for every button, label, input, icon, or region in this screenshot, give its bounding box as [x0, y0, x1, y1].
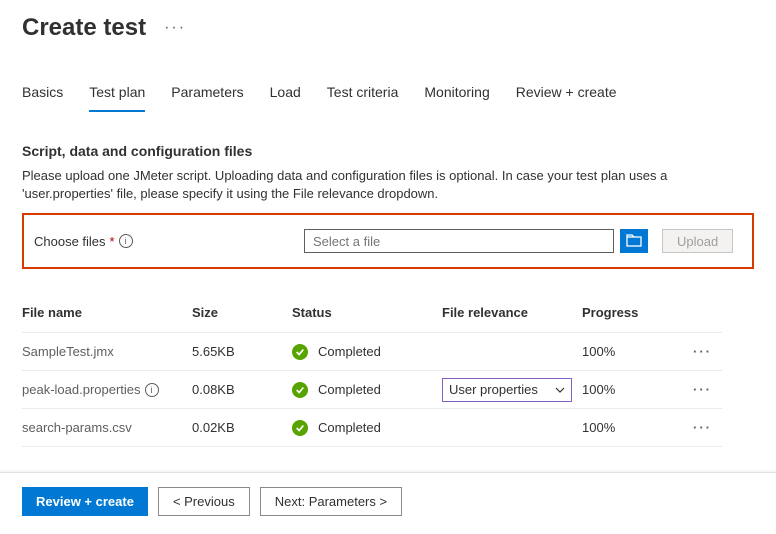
- col-file-name: File name: [22, 305, 192, 320]
- more-icon[interactable]: ···: [164, 19, 186, 37]
- tab-load[interactable]: Load: [270, 84, 301, 112]
- tab-monitoring[interactable]: Monitoring: [424, 84, 489, 112]
- col-progress: Progress: [582, 305, 672, 320]
- row-more-icon[interactable]: ···: [672, 420, 712, 435]
- file-select-input[interactable]: [304, 229, 614, 253]
- tab-bar: Basics Test plan Parameters Load Test cr…: [22, 84, 754, 113]
- file-progress: 100%: [582, 382, 672, 397]
- page-title: Create test: [22, 14, 146, 42]
- check-icon: [292, 344, 308, 360]
- upload-button: Upload: [662, 229, 733, 253]
- table-row: search-params.csv 0.02KB Completed 100% …: [22, 409, 722, 447]
- file-name: peak-load.properties: [22, 382, 141, 397]
- file-progress: 100%: [582, 344, 672, 359]
- row-more-icon[interactable]: ···: [672, 382, 712, 397]
- col-status: Status: [292, 305, 442, 320]
- section-title: Script, data and configuration files: [22, 143, 754, 159]
- file-relevance-select[interactable]: User properties: [442, 378, 572, 402]
- tab-review-create[interactable]: Review + create: [516, 84, 617, 112]
- file-status: Completed: [318, 344, 381, 359]
- files-table: File name Size Status File relevance Pro…: [22, 305, 722, 447]
- file-status: Completed: [318, 420, 381, 435]
- tab-test-criteria[interactable]: Test criteria: [327, 84, 399, 112]
- browse-button[interactable]: [620, 229, 648, 253]
- col-size: Size: [192, 305, 292, 320]
- relevance-value: User properties: [449, 382, 538, 397]
- file-size: 5.65KB: [192, 344, 292, 359]
- file-size: 0.08KB: [192, 382, 292, 397]
- check-icon: [292, 382, 308, 398]
- choose-files-label: Choose files: [34, 234, 106, 249]
- table-row: peak-load.properties i 0.08KB Completed …: [22, 371, 722, 409]
- section-desc: Please upload one JMeter script. Uploadi…: [22, 167, 754, 203]
- tab-parameters[interactable]: Parameters: [171, 84, 243, 112]
- table-row: SampleTest.jmx 5.65KB Completed 100% ···: [22, 333, 722, 371]
- tab-basics[interactable]: Basics: [22, 84, 63, 112]
- folder-icon: [626, 234, 642, 248]
- file-name: search-params.csv: [22, 420, 132, 435]
- info-icon[interactable]: i: [145, 383, 159, 397]
- previous-button[interactable]: < Previous: [158, 487, 250, 516]
- file-upload-row: Choose files * i Upload: [22, 213, 754, 269]
- next-button[interactable]: Next: Parameters >: [260, 487, 402, 516]
- file-status: Completed: [318, 382, 381, 397]
- file-progress: 100%: [582, 420, 672, 435]
- required-asterisk: *: [110, 234, 115, 249]
- footer-bar: Review + create < Previous Next: Paramet…: [0, 472, 776, 516]
- file-name: SampleTest.jmx: [22, 344, 114, 359]
- file-size: 0.02KB: [192, 420, 292, 435]
- col-relevance: File relevance: [442, 305, 582, 320]
- info-icon[interactable]: i: [119, 234, 133, 248]
- review-create-button[interactable]: Review + create: [22, 487, 148, 516]
- check-icon: [292, 420, 308, 436]
- chevron-down-icon: [555, 387, 565, 393]
- tab-test-plan[interactable]: Test plan: [89, 84, 145, 112]
- row-more-icon[interactable]: ···: [672, 344, 712, 359]
